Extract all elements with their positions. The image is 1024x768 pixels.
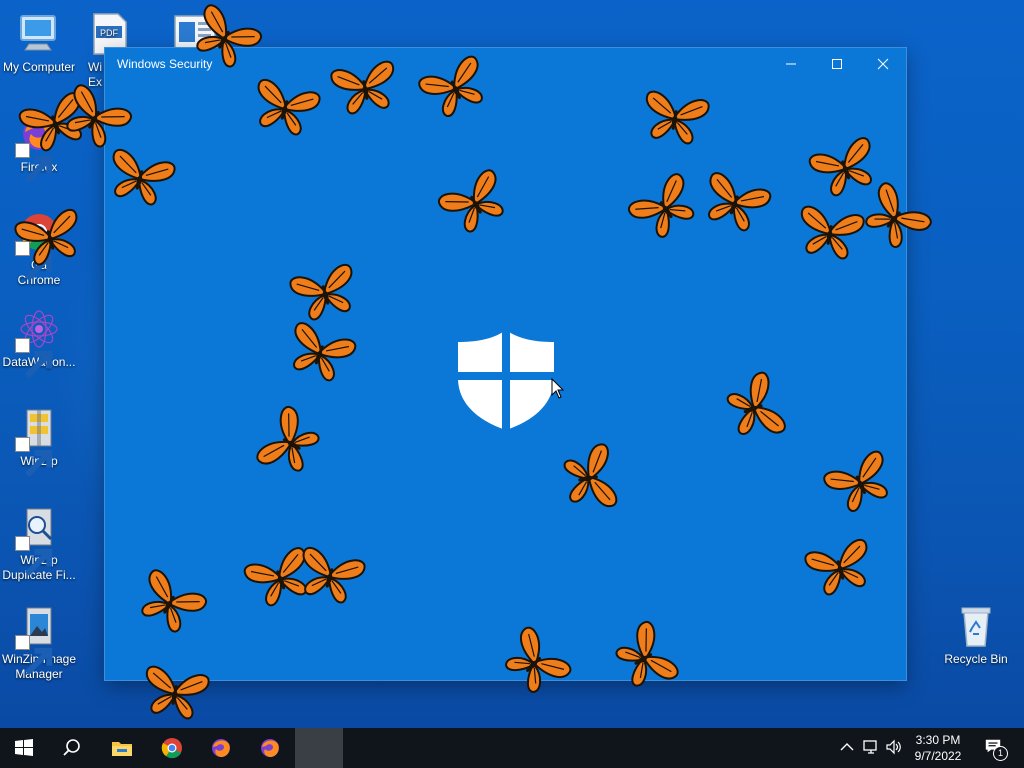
chrome-icon [161, 738, 182, 759]
volume-icon [886, 739, 901, 755]
volume-button[interactable] [885, 738, 903, 756]
taskbar-file-explorer[interactable] [98, 728, 146, 768]
minimize-button[interactable] [768, 48, 814, 80]
taskbar-active-app[interactable] [295, 728, 343, 768]
chrome-icon [15, 208, 63, 282]
desktop-icon-label: My Computer [2, 60, 76, 74]
datawagon-icon [15, 305, 63, 379]
desktop-icon-google-chrome[interactable]: Ga Chrome [0, 208, 78, 288]
taskbar-chrome[interactable] [148, 728, 196, 768]
windows-defender-shield-icon [456, 328, 556, 432]
network-icon [863, 740, 877, 754]
minimize-icon [786, 63, 796, 65]
firefox-icon [15, 110, 63, 184]
desktop-icon-firefox[interactable]: Firefox [0, 110, 78, 184]
pdf-badge-text: PDF [100, 28, 119, 38]
shortcut-arrow-icon [15, 437, 53, 478]
firefox-icon [261, 739, 279, 757]
search-icon [63, 739, 80, 756]
desktop: My Computer PDF Wi Ex Firefox Ga Chrome … [0, 0, 1024, 728]
window-titlebar[interactable]: Windows Security [105, 48, 906, 80]
desktop-icon-recycle-bin[interactable]: Recycle Bin [936, 602, 1016, 667]
file-explorer-icon [112, 742, 132, 756]
clock-time: 3:30 PM [915, 733, 961, 747]
winzip-duplicate-finder-icon [15, 503, 63, 577]
taskbar-clock[interactable]: 3:30 PM 9/7/2022 [906, 732, 970, 764]
desktop-icon-winzip-image-manager[interactable]: WinZip Image Manager [0, 602, 78, 682]
winzip-image-manager-icon [15, 602, 63, 676]
clock-date: 9/7/2022 [914, 749, 962, 763]
notification-count-badge: 1 [993, 746, 1008, 761]
chevron-up-icon [840, 743, 854, 751]
winzip-icon [15, 404, 63, 478]
show-hidden-icons-button[interactable] [838, 738, 856, 756]
shortcut-arrow-icon [15, 143, 53, 184]
close-button[interactable] [860, 48, 906, 80]
start-button[interactable] [0, 728, 48, 768]
desktop-icon-winzip-duplicate-finder[interactable]: WinZip Duplicate Fi... [0, 503, 78, 583]
desktop-icon-datawagon[interactable]: DataWagon... [0, 305, 78, 379]
recycle-bin-icon [952, 602, 1000, 650]
windows-security-window[interactable]: Windows Security [105, 48, 906, 680]
network-button[interactable] [862, 738, 880, 756]
shortcut-arrow-icon [15, 635, 53, 676]
computer-icon [15, 10, 63, 58]
search-button[interactable] [48, 728, 96, 768]
maximize-button[interactable] [814, 48, 860, 80]
taskbar-firefox-2[interactable] [246, 728, 294, 768]
window-title: Windows Security [117, 57, 213, 71]
mouse-cursor-icon [551, 377, 565, 400]
desktop-icon-my-computer[interactable]: My Computer [0, 10, 78, 75]
desktop-icon-winzip[interactable]: WinZip [0, 404, 78, 478]
shortcut-arrow-icon [15, 536, 53, 577]
taskbar: 3:30 PM 9/7/2022 1 [0, 728, 1024, 768]
desktop-icon-label: Recycle Bin [944, 652, 1008, 666]
firefox-icon [212, 739, 230, 757]
close-icon [877, 58, 889, 70]
maximize-icon [832, 59, 842, 69]
start-icon [15, 739, 33, 756]
action-center-button[interactable]: 1 [984, 737, 1008, 761]
shortcut-arrow-icon [15, 241, 53, 282]
shortcut-arrow-icon [15, 338, 53, 379]
taskbar-firefox-1[interactable] [197, 728, 245, 768]
